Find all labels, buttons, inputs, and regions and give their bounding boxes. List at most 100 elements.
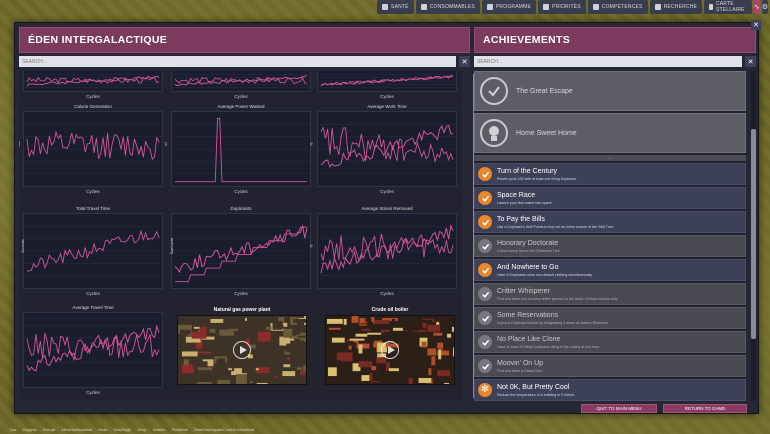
colony-search-row: ✕ — [19, 56, 470, 67]
checkmark-icon — [480, 77, 508, 105]
chart-title: Average Stress Removed — [361, 206, 413, 211]
locked-achievement-icon — [478, 359, 492, 373]
achievements-search-clear-button[interactable]: ✕ — [745, 56, 756, 67]
chart-card: Average Power Wasted kJ Cycles — [164, 104, 311, 194]
chart-x-label: Cycles — [86, 189, 100, 194]
chart-title: Average Travel Time — [72, 305, 114, 310]
chart-y-label: kJ — [163, 141, 168, 146]
achievement-title: Honorary Doctorate — [497, 239, 559, 247]
toolbar-button-6[interactable]: CARTE STELLAIRE — [704, 0, 752, 14]
toolbar-button-4[interactable]: COMPÉTENCES — [587, 0, 648, 14]
locked-achievement-icon — [478, 311, 492, 325]
chart-y-label: Duplicants — [170, 237, 175, 254]
achievement-item[interactable]: ✻ Not 0K, But Pretty Cool Reduce the tempe… — [474, 379, 746, 401]
overlay-tab[interactable]: Terre/Gaz/Liquide/Conduit d'électricité — [194, 428, 255, 432]
video-card[interactable]: Crude oil boiler — [325, 307, 455, 385]
overlay-tab[interactable]: Oxygène — [23, 428, 37, 432]
toolbar-label: CARTE STELLAIRE — [715, 1, 745, 13]
achievement-text: Some Reservations Improve Duplicant Moral… — [497, 312, 609, 325]
locked-achievement-icon — [478, 335, 492, 349]
overlay-tab[interactable]: Temp. — [137, 428, 147, 432]
play-icon[interactable] — [233, 341, 251, 359]
toolbar-button-1[interactable]: CONSOMMABLES — [415, 0, 480, 14]
checkmark-icon — [478, 263, 492, 277]
chart-x-label: Cycles — [86, 291, 100, 296]
video-card[interactable]: Natural gas power plant — [177, 307, 307, 385]
achievement-item[interactable]: Honorary Doctorate Unlock every item in t… — [474, 235, 746, 257]
achievements-scroll-thumb[interactable] — [751, 129, 756, 339]
overlay-tab[interactable]: Plomberie — [172, 428, 188, 432]
heart-icon — [382, 4, 389, 10]
achievement-title: Not 0K, But Pretty Cool — [497, 383, 570, 391]
chart-x-label: Cycles — [86, 94, 100, 99]
toolbar-label: PROGRAMME — [495, 4, 532, 10]
research-icon — [654, 4, 661, 10]
chart-y-label: % — [309, 244, 314, 248]
colony-search-clear-button[interactable]: ✕ — [459, 56, 470, 67]
colony-search-input[interactable] — [19, 56, 456, 67]
achievement-text: Not 0K, But Pretty Cool Reduce the temper… — [497, 384, 575, 397]
video-thumbnail[interactable] — [177, 315, 307, 385]
achievements-scrollbar[interactable] — [751, 71, 756, 401]
achievement-description: Reduce the temperature of a building to … — [497, 392, 575, 397]
chart-series-line — [320, 126, 454, 163]
achievements-search-row: ✕ — [474, 56, 756, 67]
achievement-title: Moovin' On Up — [497, 359, 544, 367]
achievement-item[interactable]: Critter Whisperer Find and tame one of ev… — [474, 283, 746, 305]
achievement-featured[interactable]: Home Sweet Home — [474, 113, 746, 153]
checkmark-icon — [478, 191, 492, 205]
chart-title: Total Travel Time — [75, 206, 110, 211]
chart-title: Average Power Wasted — [217, 104, 265, 109]
return-to-game-button[interactable]: RETURN TO GAME — [663, 404, 747, 413]
chart-y-label: % — [309, 142, 314, 146]
close-window-button[interactable]: ✕ — [751, 20, 761, 30]
achievement-description: Launch your first rocket into space. — [497, 200, 553, 205]
achievement-item[interactable]: To Pay the Bills Use a Duplicant's Skill … — [474, 211, 746, 233]
toolbar-button-0[interactable]: SANTÉ — [377, 0, 414, 14]
toolbar-button-3[interactable]: PRIORITÉS — [538, 0, 586, 14]
toolbar-button-5[interactable]: RECHERCHE — [649, 0, 703, 14]
chart-x-label: Cycles — [86, 390, 100, 395]
summary-window: ÉDEN INTERGALACTIQUE ✕ Cycles Cycles Cycle… — [14, 20, 761, 414]
achievement-item[interactable]: No Place Like Clone Have at least 20 livi… — [474, 331, 746, 353]
chart-plot — [171, 71, 311, 92]
locked-achievement-icon — [478, 287, 492, 301]
chart-y-label: Seconds — [20, 238, 25, 253]
chart-card: Cycles — [317, 71, 457, 99]
chart-title: Calorie Generation — [74, 104, 112, 109]
video-title: Natural gas power plant — [213, 307, 271, 313]
chart-plot: kcal — [19, 111, 163, 187]
achievement-item[interactable]: Turn of the Century Reach cycle 100 with … — [474, 163, 746, 185]
achievement-item[interactable]: Moovin' On Up Find and tame a Gassy Moo. — [474, 355, 746, 377]
chart-card: Calorie Generation kcal Cycles — [19, 104, 163, 194]
food-icon — [420, 4, 427, 10]
chart-plot: s — [23, 312, 163, 388]
achievement-item[interactable]: Some Reservations Improve Duplicant Moral… — [474, 307, 746, 329]
quit-to-main-menu-button[interactable]: QUIT TO MAIN MENU — [581, 404, 657, 413]
gear-icon[interactable]: ⚙ — [761, 0, 768, 14]
achievement-text: Honorary Doctorate Unlock every item in t… — [497, 240, 561, 253]
video-thumbnail[interactable] — [325, 315, 455, 385]
achievement-item[interactable]: And Nowhere to Go Have 8 Duplicants wear … — [474, 259, 746, 281]
achievement-item[interactable]: Space Race Launch your first rocket into … — [474, 187, 746, 209]
chart-plot: % — [310, 111, 457, 187]
overlay-tab[interactable]: Moisiss. — [153, 428, 166, 432]
chart-card: Average Work Time% Cycles — [310, 104, 457, 194]
overlay-tab[interactable]: Sols/Étage — [114, 428, 131, 432]
toolbar-button-2[interactable]: PROGRAMME — [481, 0, 537, 14]
overlay-tab[interactable]: Aliments/Nourriture — [61, 428, 92, 432]
achievement-name: Home Sweet Home — [516, 129, 577, 137]
overlay-tab[interactable]: Énergie — [43, 428, 55, 432]
play-icon[interactable] — [381, 341, 399, 359]
achievement-description: Have 8 Duplicants wear non-default cloth… — [497, 272, 593, 277]
chart-title: Average Work Time — [367, 104, 407, 109]
expand-toggle[interactable]: — — [474, 155, 746, 161]
overlay-tab[interactable]: Gaz — [10, 428, 17, 432]
achievement-featured[interactable]: The Great Escape — [474, 71, 746, 111]
achievement-description: Use a Duplicant's Skill Points to buy ou… — [497, 224, 614, 229]
achievements-search-input[interactable] — [474, 56, 742, 67]
chart-icon[interactable]: ∿ — [753, 0, 760, 14]
overlay-tab[interactable]: Santé — [98, 428, 107, 432]
chart-card: Cycles — [23, 71, 163, 99]
achievement-title: To Pay the Bills — [497, 215, 545, 223]
